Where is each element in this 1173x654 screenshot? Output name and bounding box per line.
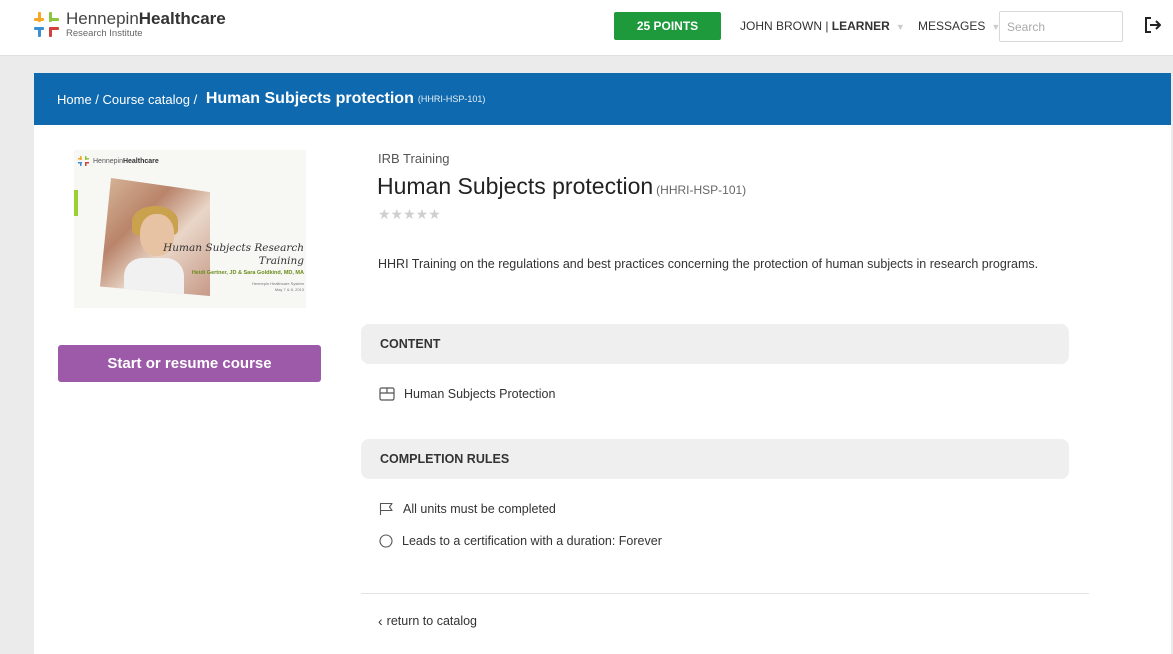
search-input[interactable] — [999, 11, 1123, 42]
course-category: IRB Training — [378, 151, 450, 166]
completion-rule-item: All units must be completed — [379, 502, 556, 516]
breadcrumb-code: (HHRI-HSP-101) — [417, 94, 486, 104]
breadcrumb: Home / Course catalog / Human Subjects p… — [34, 73, 1171, 125]
breadcrumb-home[interactable]: Home — [57, 92, 92, 107]
unit-label: Human Subjects Protection — [404, 387, 556, 401]
course-title: Human Subjects protection (HHRI-HSP-101) — [377, 173, 747, 199]
user-name: JOHN BROWN — [740, 19, 822, 33]
thumbnail-accent — [74, 190, 78, 216]
logo-mark-icon — [34, 12, 60, 40]
divider — [361, 593, 1089, 594]
rule-label: All units must be completed — [403, 502, 556, 516]
unit-icon — [379, 387, 395, 401]
chevron-left-icon: ‹ — [378, 613, 383, 629]
completion-rules-header: COMPLETION RULES — [361, 439, 1069, 479]
thumbnail-authors: Heidi Gertner, JD & Sara Goldkind, MD, M… — [191, 270, 304, 276]
top-header: HennepinHealthcare Research Institute 25… — [0, 0, 1173, 56]
flag-icon — [379, 502, 393, 515]
content-section-header: CONTENT — [361, 324, 1069, 364]
course-thumbnail: Hennepin Healthcare Human Subjects Resear… — [74, 150, 306, 308]
logo-mark-icon — [78, 156, 89, 166]
course-panel: Home / Course catalog / Human Subjects p… — [34, 73, 1171, 654]
logo-name: HennepinHealthcare — [66, 9, 226, 28]
thumbnail-title: Human Subjects Research Training — [163, 242, 304, 267]
content-unit-item[interactable]: Human Subjects Protection — [379, 387, 555, 401]
user-menu[interactable]: JOHN BROWN | LEARNER ▼ — [740, 19, 905, 33]
user-role: LEARNER — [831, 19, 890, 33]
breadcrumb-current: Human Subjects protection — [205, 90, 414, 107]
thumbnail-org: Hennepin Healthcare System May 7 & 8, 20… — [251, 281, 304, 292]
logout-icon[interactable] — [1143, 15, 1163, 35]
course-code: (HHRI-HSP-101) — [656, 183, 747, 197]
chevron-down-icon: ▼ — [895, 22, 905, 32]
thumbnail-photo — [100, 178, 210, 296]
completion-rule-item: Leads to a certification with a duration… — [379, 534, 662, 548]
start-course-button[interactable]: Start or resume course — [58, 345, 321, 382]
thumbnail-logo: Hennepin Healthcare — [78, 156, 159, 166]
course-description: HHRI Training on the regulations and bes… — [378, 257, 1039, 271]
breadcrumb-catalog[interactable]: Course catalog — [103, 92, 190, 107]
brand-logo[interactable]: HennepinHealthcare Research Institute — [34, 10, 226, 46]
circle-icon — [379, 534, 393, 548]
logo-subtitle: Research Institute — [66, 28, 143, 39]
points-badge[interactable]: 25 POINTS — [614, 12, 721, 40]
rule-label: Leads to a certification with a duration… — [402, 534, 662, 548]
return-to-catalog-link[interactable]: ‹ return to catalog — [378, 613, 477, 629]
messages-menu[interactable]: MESSAGES ▼ — [918, 19, 1000, 33]
rating-stars[interactable]: ★★★★★ — [378, 206, 441, 223]
